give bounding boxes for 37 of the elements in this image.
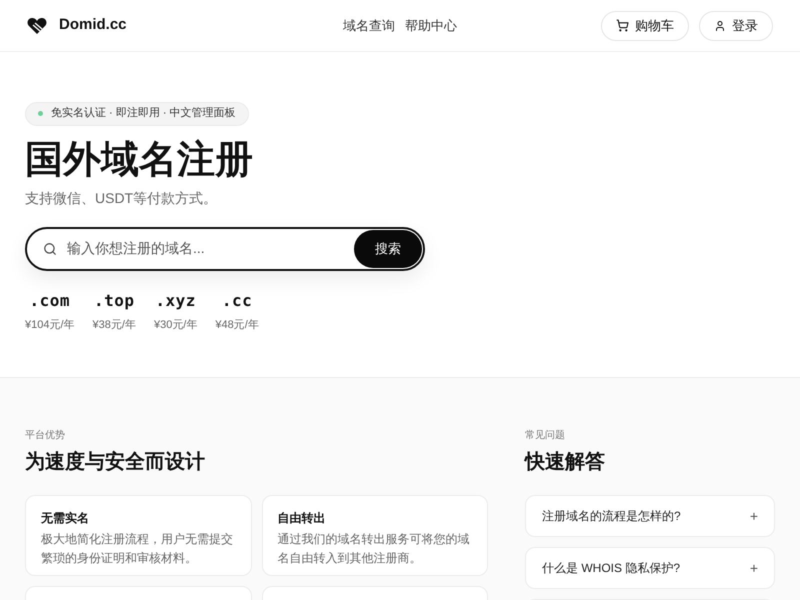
tld-name: .xyz	[155, 290, 196, 312]
cart-button[interactable]: 购物车	[601, 10, 689, 40]
login-button[interactable]: 登录	[699, 10, 773, 40]
tld-price: ¥30元/年	[154, 318, 198, 332]
tld-name: .top	[94, 290, 134, 312]
user-icon	[714, 20, 726, 32]
feature-title: 自由转出	[278, 510, 326, 527]
domain-search-field[interactable]: 输入你想注册的域名... 搜索	[25, 226, 425, 270]
faq-question: 注册域名的流程是怎样的?	[542, 508, 681, 525]
section-title: 快速解答	[525, 450, 606, 475]
faq-question: 什么是 WHOIS 隐私保护?	[542, 560, 680, 577]
section-title: 为速度与安全而设计	[25, 450, 206, 475]
section-eyebrow: 常见问题	[525, 428, 566, 443]
hero-subtitle: 支持微信、USDT等付款方式。	[25, 188, 218, 208]
badge-text: 免实名认证 · 即注即用 · 中文管理面板	[51, 106, 236, 122]
feature-title: 无需实名	[41, 510, 90, 527]
domain-input[interactable]: 输入你想注册的域名...	[67, 238, 354, 259]
search-icon	[43, 242, 57, 256]
expand-toggle: +	[750, 506, 758, 526]
section-eyebrow: 平台优势	[25, 428, 66, 443]
heart-logo-icon	[27, 16, 47, 34]
brand-name: Domid.cc	[59, 15, 127, 36]
nav-link[interactable]: 域名查询	[343, 16, 395, 36]
hero-title: 国外域名注册	[25, 138, 254, 182]
feature-text: 通过我们的域名转出服务可将您的域名自由转入到其他注册商。	[278, 531, 470, 567]
cart-icon	[616, 19, 629, 32]
tld-price: ¥38元/年	[92, 318, 136, 332]
expand-toggle: +	[750, 558, 758, 578]
feature-text: 极大地简化注册流程，用户无需提交繁琐的身份证明和审核材料。	[41, 531, 234, 567]
tld-price: ¥48元/年	[215, 318, 259, 332]
tld-price: ¥104元/年	[25, 318, 75, 332]
search-button[interactable]: 搜索	[354, 230, 422, 268]
tld-name: .cc	[222, 290, 252, 312]
faq-item[interactable]: 注册域名的流程是怎样的? +	[525, 495, 775, 537]
nav-link[interactable]: 帮助中心	[405, 16, 457, 36]
faq-item[interactable]: 什么是 WHOIS 隐私保护? +	[525, 547, 775, 589]
tld-name: .com	[30, 290, 70, 312]
